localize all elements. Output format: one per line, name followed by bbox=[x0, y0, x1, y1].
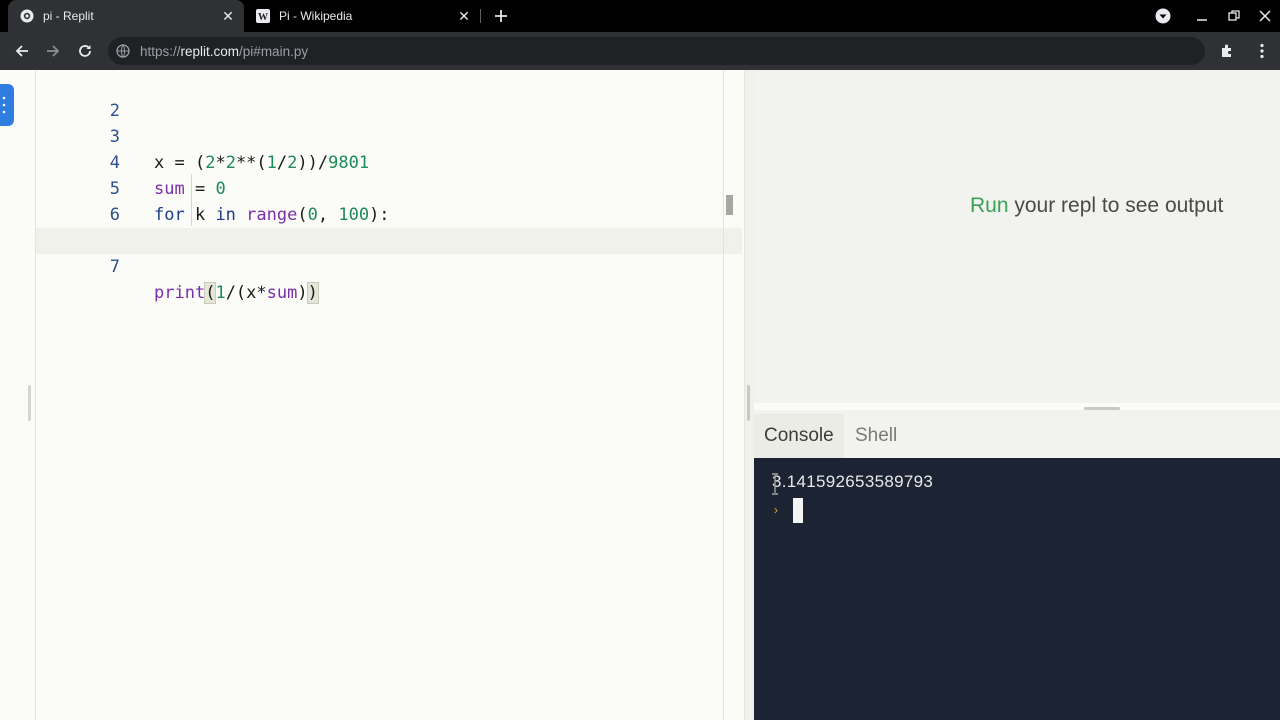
site-info-icon[interactable] bbox=[116, 44, 130, 58]
run-hint: Run your repl to see output bbox=[970, 194, 1223, 218]
code-line[interactable]: 2 bbox=[36, 72, 742, 121]
code-line-current[interactable]: 7 print(1/(x*sum)) bbox=[36, 228, 742, 304]
replit-workspace: 2 3 x = (2*2**(1/2))/9801 4 sum = 0 5 fo… bbox=[0, 70, 1280, 720]
close-icon[interactable]: ✕ bbox=[456, 8, 472, 24]
url-path: /pi#main.py bbox=[239, 43, 309, 59]
address-bar[interactable]: https://replit.com/pi#main.py bbox=[108, 37, 1205, 65]
code-line[interactable]: 5 for k in range(0, 100): bbox=[36, 150, 742, 225]
run-hint-text: your repl to see output bbox=[1008, 194, 1224, 217]
tab-shell[interactable]: Shell bbox=[845, 414, 907, 458]
url-scheme: https:// bbox=[140, 43, 181, 59]
url-host: replit.com bbox=[180, 43, 240, 59]
reload-icon[interactable] bbox=[73, 40, 97, 62]
restore-icon[interactable] bbox=[1224, 6, 1244, 26]
minimize-icon[interactable] bbox=[1192, 6, 1212, 26]
code-line[interactable]: 6 sum += (math.factorial(4*k)*(1103+2639… bbox=[36, 176, 742, 251]
tab-title: Pi - Wikipedia bbox=[279, 9, 353, 23]
tab-wikipedia[interactable]: W Pi - Wikipedia ✕ bbox=[244, 0, 480, 32]
tab-console[interactable]: Console bbox=[754, 414, 844, 458]
replit-icon bbox=[20, 9, 34, 23]
tab-separator bbox=[480, 9, 481, 23]
wikipedia-icon: W bbox=[256, 9, 270, 23]
more-menu-icon[interactable] bbox=[1254, 41, 1270, 61]
browser-tab-strip: pi - Replit ✕ W Pi - Wikipedia ✕ bbox=[0, 0, 1280, 32]
console-tab-bar: Console Shell bbox=[754, 410, 1280, 458]
code-line[interactable]: 4 sum = 0 bbox=[36, 124, 742, 199]
console-cursor bbox=[793, 498, 803, 523]
forward-icon[interactable] bbox=[41, 40, 65, 62]
sidebar-toggle-button[interactable] bbox=[0, 84, 14, 126]
editor-scrollbar[interactable] bbox=[726, 195, 733, 215]
svg-text:W: W bbox=[258, 12, 268, 23]
close-icon[interactable]: ✕ bbox=[220, 8, 236, 24]
extensions-icon[interactable] bbox=[1217, 41, 1237, 61]
code-line-wrapped[interactable]: (math.factorial(k)**4*(396**(4*k))) bbox=[36, 202, 742, 251]
back-icon[interactable] bbox=[10, 40, 34, 62]
new-tab-icon[interactable] bbox=[491, 6, 511, 26]
code-text: print(1/(x*sum)) bbox=[154, 282, 319, 304]
line-number: 7 bbox=[109, 257, 120, 277]
run-word: Run bbox=[970, 194, 1009, 217]
prompt-icon: › bbox=[774, 503, 778, 517]
window-close-icon[interactable] bbox=[1255, 6, 1275, 26]
code-line[interactable]: 3 x = (2*2**(1/2))/9801 bbox=[36, 98, 742, 173]
left-rail bbox=[0, 70, 36, 720]
tab-title: pi - Replit bbox=[43, 9, 94, 23]
webview-pane: Run your repl to see output bbox=[754, 70, 1280, 410]
browser-toolbar: https://replit.com/pi#main.py bbox=[0, 32, 1280, 70]
profile-icon[interactable] bbox=[1153, 6, 1173, 26]
url-text: https://replit.com/pi#main.py bbox=[140, 44, 308, 59]
console-output-text: 3.141592653589793 bbox=[772, 472, 934, 491]
text-cursor-icon bbox=[772, 473, 778, 495]
code-editor[interactable]: 2 3 x = (2*2**(1/2))/9801 4 sum = 0 5 fo… bbox=[36, 70, 742, 720]
console-output[interactable]: 3.141592653589793 › bbox=[754, 458, 1280, 720]
resize-handle[interactable] bbox=[747, 385, 750, 421]
resize-handle[interactable] bbox=[28, 385, 31, 421]
tab-replit[interactable]: pi - Replit ✕ bbox=[8, 0, 244, 32]
editor-edge bbox=[723, 70, 724, 720]
